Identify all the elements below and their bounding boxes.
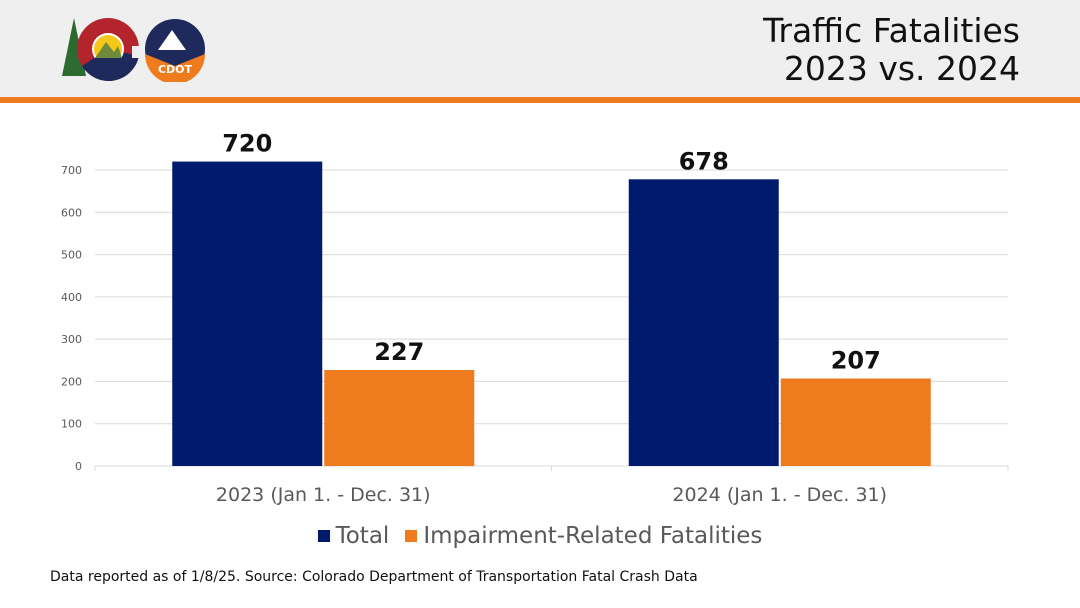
data-label: 678 <box>679 147 729 175</box>
legend: Total Impairment-Related Fatalities <box>0 522 1080 549</box>
legend-label: Total <box>335 523 390 549</box>
legend-label: Impairment-Related Fatalities <box>423 523 763 549</box>
title-line-1: Traffic Fatalities <box>763 11 1020 50</box>
y-tick-label: 600 <box>61 206 82 219</box>
legend-item: Impairment-Related Fatalities <box>405 523 762 549</box>
logos: CDOT <box>58 16 208 86</box>
colorado-logo <box>62 18 142 82</box>
y-tick-label: 100 <box>61 418 82 431</box>
header-divider <box>0 97 1080 103</box>
bar-total <box>172 161 323 467</box>
svg-text:CDOT: CDOT <box>158 63 193 76</box>
data-label: 227 <box>374 338 424 366</box>
data-label: 720 <box>222 130 272 158</box>
y-tick-label: 500 <box>61 249 82 262</box>
bar-impairment <box>324 370 475 466</box>
legend-swatch <box>317 530 330 542</box>
page-title: Traffic Fatalities 2023 vs. 2024 <box>763 12 1020 88</box>
legend-swatch <box>405 530 418 542</box>
y-tick-label: 200 <box>61 375 82 388</box>
title-line-2: 2023 vs. 2024 <box>783 49 1020 88</box>
cdot-logo: CDOT <box>145 19 205 84</box>
x-category-label: 2023 (Jan 1. - Dec. 31) <box>216 484 431 506</box>
data-label: 207 <box>831 346 881 374</box>
y-tick-label: 300 <box>61 333 82 346</box>
legend-item: Total <box>317 523 390 549</box>
bar-impairment <box>780 378 931 466</box>
footnote: Data reported as of 1/8/25. Source: Colo… <box>50 569 698 585</box>
x-category-label: 2024 (Jan 1. - Dec. 31) <box>672 484 887 506</box>
bar-total <box>628 179 779 466</box>
y-tick-label: 400 <box>61 291 82 304</box>
bar-chart: 0 100 200 300 400 500 600 700 2023 (Jan 1. - Dec… <box>61 130 1009 506</box>
y-tick-label: 700 <box>61 164 82 177</box>
y-tick-label: 0 <box>75 460 82 473</box>
